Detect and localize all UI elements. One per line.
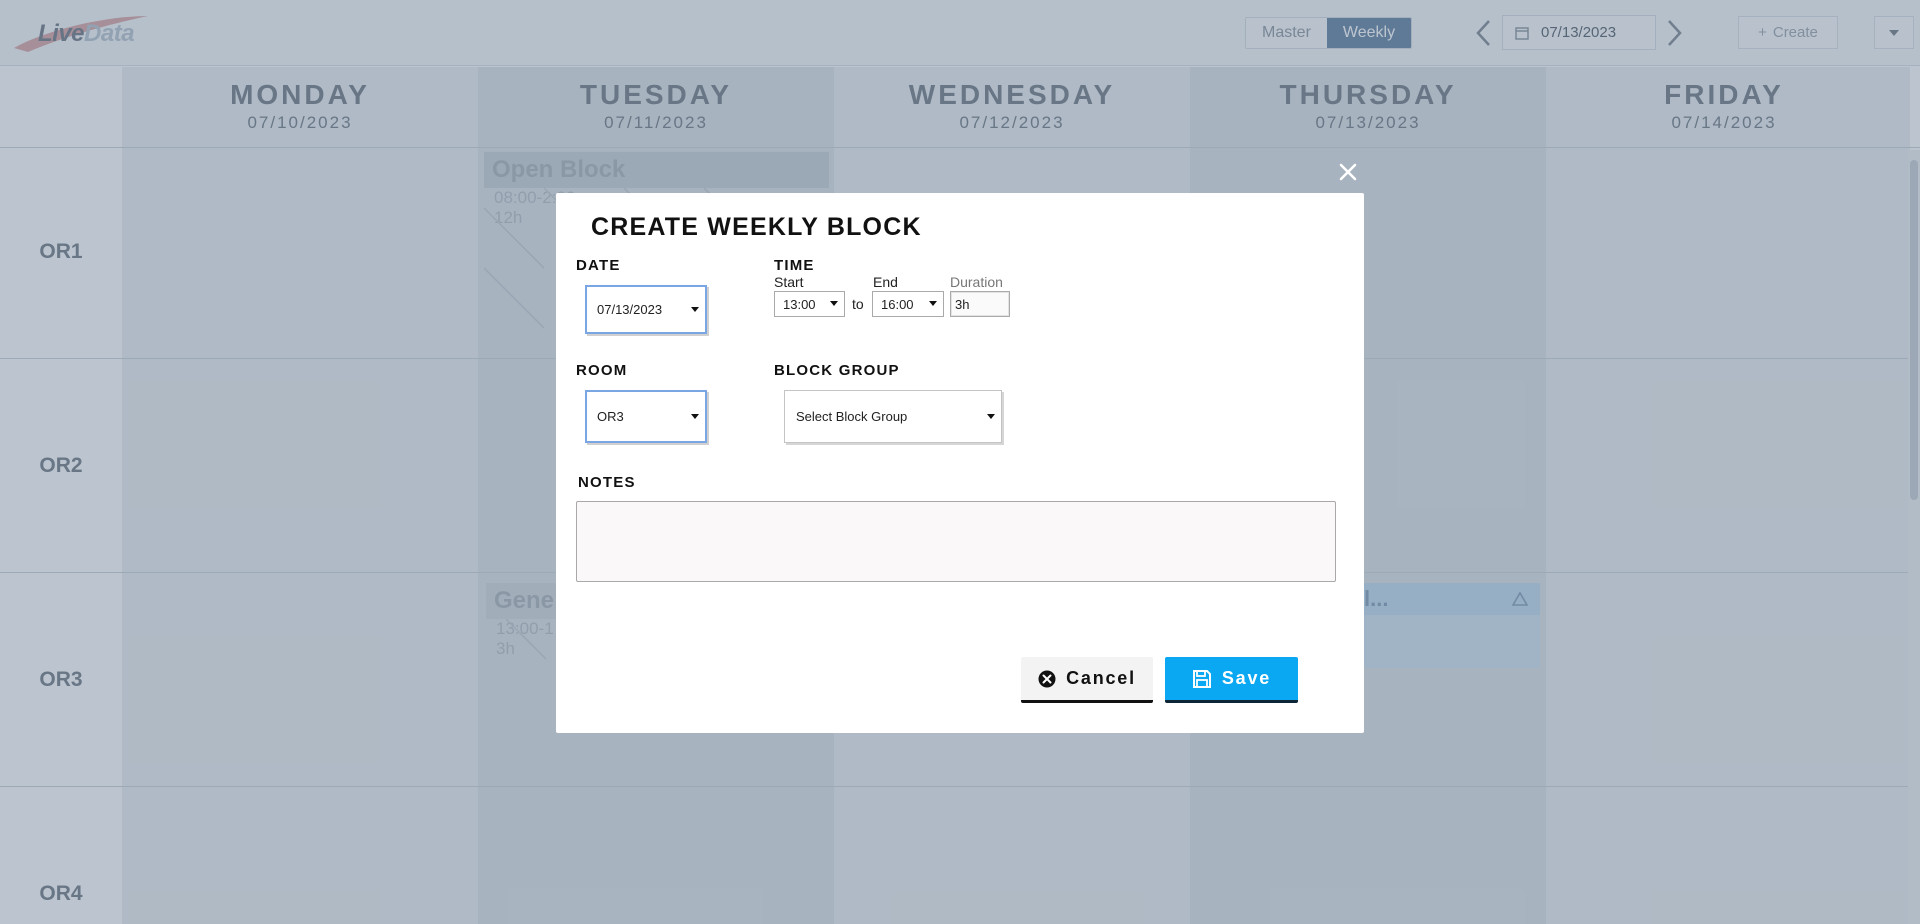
duration-field[interactable]: 3h	[950, 291, 1010, 317]
cancel-button[interactable]: Cancel	[1021, 657, 1153, 703]
save-button-label: Save	[1221, 668, 1272, 688]
duration-label: Duration	[950, 274, 1003, 290]
start-label: Start	[774, 274, 804, 290]
create-weekly-block-dialog: CREATE WEEKLY BLOCK DATE 07/13/2023 TIME…	[556, 193, 1364, 733]
close-icon	[1339, 163, 1357, 181]
caret-down-icon	[691, 306, 699, 312]
date-select-value: 07/13/2023	[597, 302, 663, 317]
caret-down-icon	[691, 413, 699, 419]
date-select[interactable]: 07/13/2023	[585, 285, 707, 334]
end-time-value: 16:00	[881, 296, 914, 312]
date-label: DATE	[576, 257, 621, 274]
room-label: ROOM	[576, 362, 628, 379]
to-label: to	[852, 296, 864, 312]
caret-down-icon	[929, 301, 937, 306]
start-time-select[interactable]: 13:00	[774, 291, 845, 317]
end-label: End	[873, 274, 898, 290]
cancel-circle-icon	[1038, 670, 1056, 687]
time-label: TIME	[774, 257, 815, 274]
save-button[interactable]: Save	[1165, 657, 1298, 703]
caret-down-icon	[987, 413, 995, 419]
cancel-button-label: Cancel	[1066, 668, 1136, 688]
dialog-title: CREATE WEEKLY BLOCK	[591, 213, 922, 241]
close-modal-button[interactable]	[1334, 158, 1362, 186]
block-group-select[interactable]: Select Block Group	[784, 390, 1002, 443]
room-select-value: OR3	[597, 409, 624, 424]
floppy-disk-icon	[1192, 669, 1211, 688]
block-group-label: BLOCK GROUP	[774, 362, 900, 379]
notes-label: NOTES	[578, 474, 636, 491]
caret-down-icon	[830, 301, 838, 306]
room-select[interactable]: OR3	[585, 390, 707, 443]
notes-textarea[interactable]	[576, 501, 1336, 582]
start-time-value: 13:00	[783, 296, 816, 312]
end-time-select[interactable]: 16:00	[872, 291, 944, 317]
block-group-select-value: Select Block Group	[796, 409, 908, 424]
